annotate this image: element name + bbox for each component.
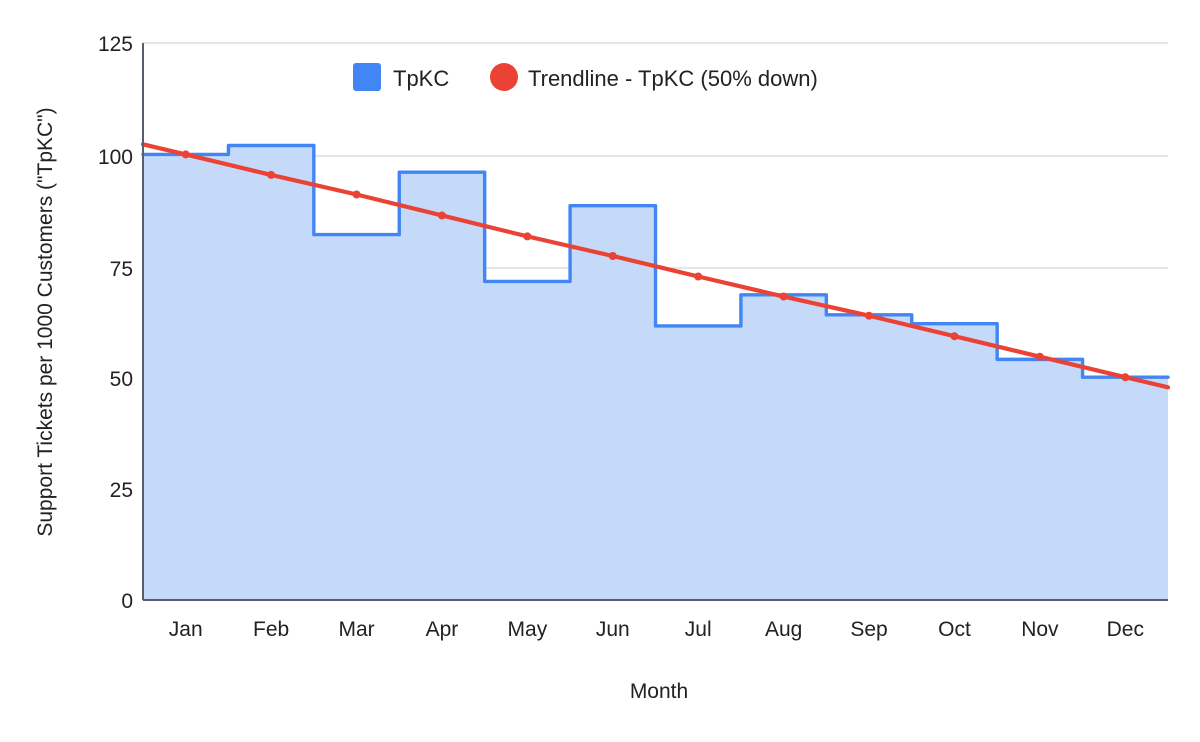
x-tick-label: Nov bbox=[1021, 618, 1059, 641]
trendline-point[interactable] bbox=[865, 311, 874, 320]
legend-marker-trendline[interactable] bbox=[490, 63, 518, 91]
legend-label-tpkc[interactable]: TpKC bbox=[393, 66, 449, 91]
y-axis-title: Support Tickets per 1000 Customers ("TpK… bbox=[34, 107, 57, 536]
x-tick-label: Jan bbox=[169, 618, 203, 641]
y-tick-label: 125 bbox=[98, 33, 133, 56]
chart-legend: TpKC Trendline - TpKC (50% down) bbox=[353, 63, 818, 91]
x-tick-label: Oct bbox=[938, 618, 971, 641]
y-tick-label: 25 bbox=[110, 479, 133, 502]
x-tick-label: Jul bbox=[685, 618, 712, 641]
y-axis-tick-labels: 125 100 75 50 25 0 bbox=[98, 33, 133, 613]
legend-label-trendline[interactable]: Trendline - TpKC (50% down) bbox=[528, 66, 818, 91]
trendline-point[interactable] bbox=[779, 292, 788, 301]
x-tick-label: Aug bbox=[765, 618, 802, 641]
trendline-point[interactable] bbox=[694, 272, 703, 281]
trendline-point[interactable] bbox=[1121, 373, 1130, 382]
chart-container: 125 100 75 50 25 0 Jan Feb Mar Apr May Jun Jul… bbox=[0, 0, 1200, 742]
y-tick-label: 0 bbox=[121, 590, 133, 613]
x-tick-label: Feb bbox=[253, 618, 289, 641]
trendline-point[interactable] bbox=[1035, 352, 1044, 361]
trendline-point[interactable] bbox=[608, 252, 617, 260]
y-tick-label: 100 bbox=[98, 146, 133, 169]
x-tick-label: May bbox=[508, 618, 548, 641]
x-tick-label: Dec bbox=[1107, 618, 1144, 641]
x-axis-tick-labels: Jan Feb Mar Apr May Jun Jul Aug Sep Oct Nov Dec bbox=[169, 618, 1144, 641]
y-tick-label: 75 bbox=[110, 258, 133, 281]
trendline-point[interactable] bbox=[523, 232, 532, 241]
trendline-point[interactable] bbox=[267, 170, 276, 179]
y-tick-label: 50 bbox=[110, 368, 133, 391]
x-tick-label: Sep bbox=[850, 618, 887, 641]
x-tick-label: Apr bbox=[426, 618, 459, 641]
x-tick-label: Jun bbox=[596, 618, 630, 641]
x-axis-title: Month bbox=[630, 680, 688, 703]
chart-plot-area: 125 100 75 50 25 0 Jan Feb Mar Apr May Jun Jul… bbox=[34, 33, 1171, 703]
trendline-point[interactable] bbox=[181, 150, 190, 159]
trendline-point[interactable] bbox=[950, 332, 959, 341]
trendline-point[interactable] bbox=[352, 190, 361, 199]
x-tick-label: Mar bbox=[338, 618, 374, 641]
trendline-point[interactable] bbox=[437, 211, 446, 220]
legend-swatch-tpkc[interactable] bbox=[353, 63, 381, 91]
